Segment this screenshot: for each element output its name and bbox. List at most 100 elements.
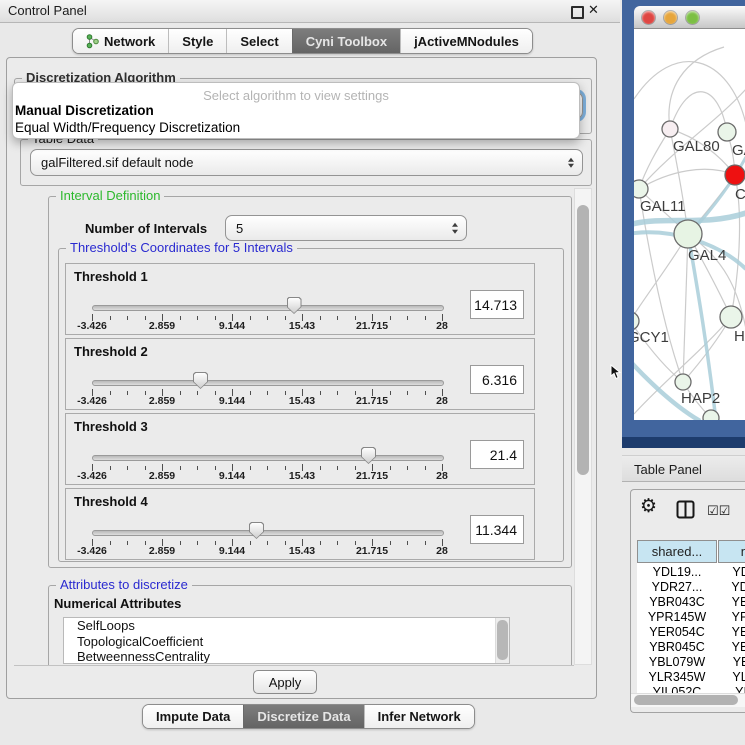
list-scrollbar-thumb[interactable] [497,620,508,660]
table-cell[interactable]: YDL19... [637,564,717,579]
slider-handle[interactable] [193,372,208,389]
bottom-tab-bar: Impute Data Discretize DataInfer Network [142,704,475,729]
tab-network[interactable]: Network [73,29,168,53]
slider-handle[interactable] [249,522,264,539]
tab-cyni-toolbox[interactable]: Cyni Toolbox [292,29,400,53]
tick-mark [425,541,426,545]
close-icon[interactable]: ✕ [588,2,599,18]
tick-label: 28 [436,395,448,407]
table-cell[interactable]: YPR1 [718,609,745,624]
network-node-h[interactable] [720,306,742,328]
network-node-gcy1[interactable] [634,312,639,330]
tick-mark [127,541,128,545]
tab-label: Select [240,34,278,49]
tick-label: 2.859 [149,470,175,482]
tab-style[interactable]: Style [168,29,226,53]
algorithm-option-equal-width[interactable]: Equal Width/Frequency Discretization [15,120,240,135]
tick-mark [390,541,391,545]
node-label: GCY1 [634,329,669,346]
network-node[interactable] [703,410,719,420]
list-scrollbar-track[interactable] [495,618,509,663]
bottom-tab-discretize-data[interactable]: Discretize Data [243,705,363,728]
tab-select[interactable]: Select [226,29,291,53]
network-edge[interactable] [634,234,688,321]
gear-icon[interactable]: ⚙ [640,497,657,516]
apply-button[interactable]: Apply [253,670,317,694]
network-canvas[interactable]: GAL80GACGAL11GAL4GCY1HHAP2 [634,29,745,420]
tick-mark [197,541,198,545]
tab-jactivemnodules[interactable]: jActiveMNodules [400,29,532,53]
network-edge[interactable] [634,62,745,124]
table-cell[interactable]: YBR0 [718,594,745,609]
split-columns-icon[interactable] [676,500,695,524]
tick-mark [285,541,286,545]
slider-track[interactable] [92,305,444,311]
slider-track[interactable] [92,530,444,536]
network-edge[interactable] [670,92,727,132]
table-cell[interactable]: YBL0 [718,654,745,669]
tick-mark [215,466,216,470]
network-edge[interactable] [639,169,735,189]
slider-handle[interactable] [361,447,376,464]
attribute-item-betweennesscentrality[interactable]: BetweennessCentrality [64,649,509,664]
table-cell[interactable]: YIL052C [637,684,717,693]
network-icon [86,34,99,49]
table-data-combo[interactable]: galFiltered.sif default node [30,149,583,176]
network-edge[interactable] [639,129,670,189]
network-edge[interactable] [669,47,724,129]
tick-mark [215,316,216,320]
bottom-tab-infer-network[interactable]: Infer Network [364,705,474,728]
attribute-item-topologicalcoefficient[interactable]: TopologicalCoefficient [64,634,509,650]
minimize-traffic-light[interactable] [664,11,677,24]
float-window-icon[interactable] [571,6,584,19]
tick-mark [145,391,146,395]
node-table[interactable]: shared...naYDL19...YDL1YDR27...YDR2YBR04… [637,540,745,693]
table-cell[interactable]: YBR043C [637,594,717,609]
tick-label: 21.715 [356,470,388,482]
threshold-value-field[interactable]: 6.316 [470,365,524,394]
network-node-gal11[interactable] [634,180,648,198]
numerical-attributes-list[interactable]: SelfLoopsTopologicalCoefficientBetweenne… [63,617,510,664]
checkboxes-icon[interactable]: ☑☑ [707,503,730,519]
tick-mark [110,466,111,470]
table-cell[interactable]: YDR27... [637,579,717,594]
table-cell[interactable]: YER054C [637,624,717,639]
table-cell[interactable]: YER0 [718,624,745,639]
table-cell[interactable]: YBR045C [637,639,717,654]
network-graph[interactable]: GAL80GACGAL11GAL4GCY1HHAP2 [634,29,745,420]
network-node-gal4[interactable] [674,220,702,248]
table-cell[interactable]: YDL1 [718,564,745,579]
algorithm-option-manual[interactable]: Manual Discretization [15,103,154,118]
panel-scrollbar-thumb[interactable] [577,205,589,475]
num-intervals-combo[interactable]: 5 [225,215,467,241]
table-cell[interactable]: YLR3 [718,669,745,684]
table-cell[interactable]: YPR145W [637,609,717,624]
slider-track[interactable] [92,380,444,386]
threshold-value-field[interactable]: 11.344 [470,515,524,544]
tick-mark [267,541,268,545]
threshold-value-field[interactable]: 14.713 [470,290,524,319]
table-cell[interactable]: YDR2 [718,579,745,594]
column-header-na[interactable]: na [718,540,745,563]
close-traffic-light[interactable] [642,11,655,24]
network-node-c[interactable] [725,165,745,185]
slider-track[interactable] [92,455,444,461]
table-hscrollbar-thumb[interactable] [634,695,738,705]
threshold-value-field[interactable]: 21.4 [470,440,524,469]
zoom-traffic-light[interactable] [686,11,699,24]
table-cell[interactable]: YBR0 [718,639,745,654]
slider-handle[interactable] [287,297,302,314]
bottom-tab-label: Impute Data [156,709,230,724]
column-header-shared-[interactable]: shared... [637,540,717,563]
network-node-hap2[interactable] [675,374,691,390]
network-window-titlebar[interactable] [634,6,745,29]
network-node-ga[interactable] [718,123,736,141]
tick-label: 2.859 [149,320,175,332]
table-cell[interactable]: YIL0 [718,684,745,693]
table-cell[interactable]: YBL079W [637,654,717,669]
attribute-item-selfloops[interactable]: SelfLoops [64,618,509,634]
network-node-gal80[interactable] [662,121,678,137]
table-cell[interactable]: YLR345W [637,669,717,684]
tick-mark [267,466,268,470]
bottom-tab-impute-data[interactable]: Impute Data [143,705,243,728]
